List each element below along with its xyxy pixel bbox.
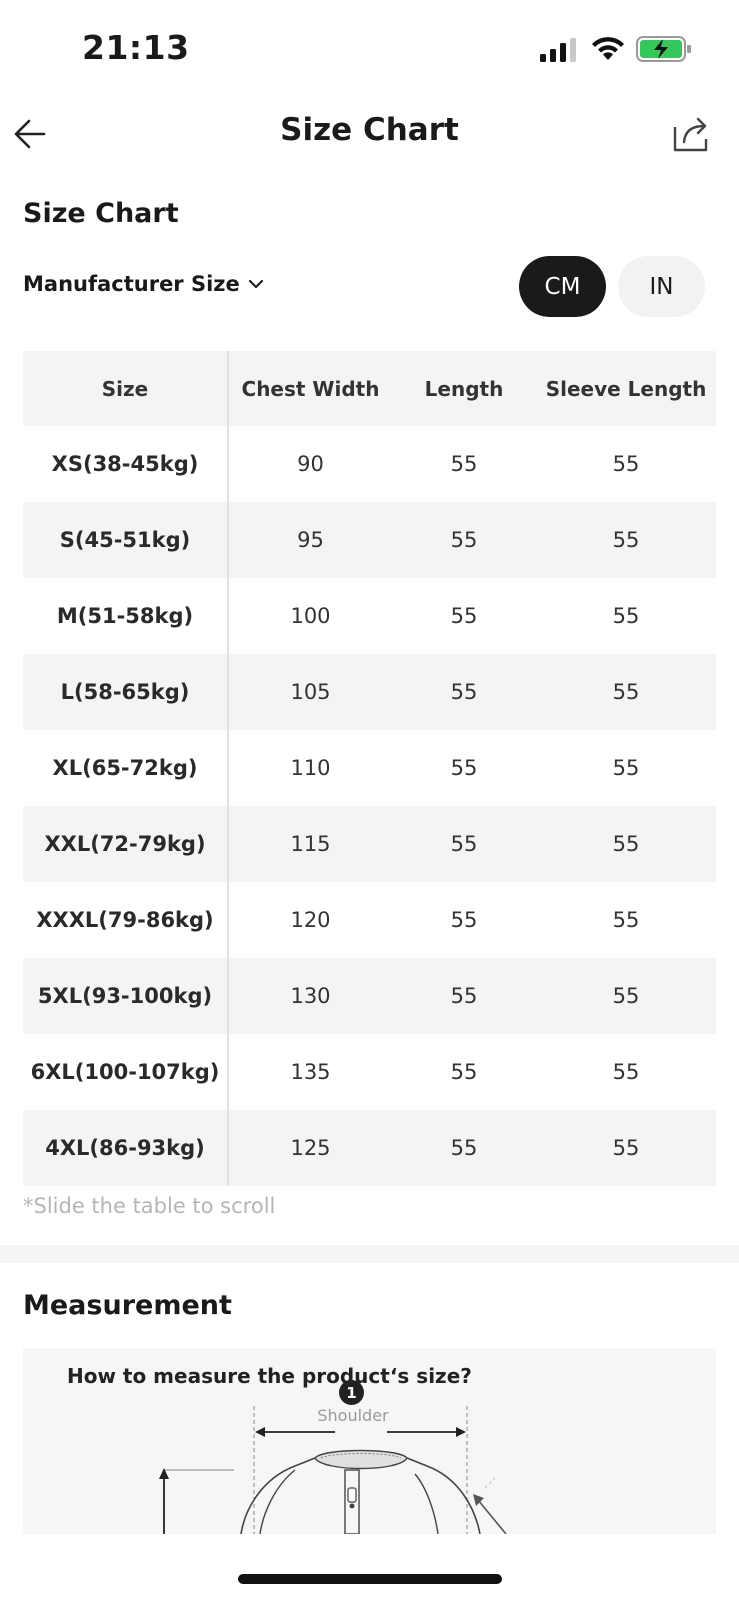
- table-row: XXXL(79-86kg) 120 55 55: [23, 882, 716, 958]
- shoulder-label: Shoulder: [317, 1406, 389, 1425]
- sleeve-length-cell: 55: [612, 984, 640, 1008]
- sleeve-length-cell: 55: [612, 452, 640, 476]
- length-cell: 55: [450, 1060, 478, 1084]
- length-cell: 55: [450, 832, 478, 856]
- sleeve-length-cell: 55: [612, 756, 640, 780]
- status-time: 21:13: [82, 28, 190, 67]
- size-cell: 6XL(100-107kg): [23, 1034, 229, 1110]
- size-cell: S(45-51kg): [23, 502, 229, 578]
- sleeve-length-cell: 55: [612, 604, 640, 628]
- sleeve-length-cell: 55: [612, 908, 640, 932]
- garment-measurement-illustration: [159, 1406, 507, 1534]
- unit-in-button[interactable]: IN: [618, 256, 705, 317]
- chest-width-cell: 115: [290, 832, 331, 856]
- table-row: XS(38-45kg) 90 55 55: [23, 426, 716, 502]
- table-row: 6XL(100-107kg) 135 55 55: [23, 1034, 716, 1110]
- measurement-guide-card: How to measure the product‘s size? 1 Sho…: [23, 1348, 716, 1534]
- table-row: S(45-51kg) 95 55 55: [23, 502, 716, 578]
- header-size: Size: [23, 351, 229, 426]
- page-title: Size Chart: [280, 112, 459, 148]
- size-cell: 5XL(93-100kg): [23, 958, 229, 1034]
- manufacturer-size-dropdown[interactable]: Manufacturer Size: [23, 272, 264, 296]
- table-row: XL(65-72kg) 110 55 55: [23, 730, 716, 806]
- chest-width-cell: 120: [290, 908, 331, 932]
- table-row: M(51-58kg) 100 55 55: [23, 578, 716, 654]
- header-sleeve-length: Sleeve Length: [545, 376, 707, 401]
- length-cell: 55: [450, 908, 478, 932]
- cellular-signal-icon: [540, 38, 576, 62]
- sleeve-length-cell: 55: [612, 1136, 640, 1160]
- nav-bar: Size Chart: [0, 100, 739, 166]
- table-row: L(58-65kg) 105 55 55: [23, 654, 716, 730]
- length-cell: 55: [450, 604, 478, 628]
- unit-cm-button[interactable]: CM: [519, 256, 606, 317]
- size-cell: L(58-65kg): [23, 654, 229, 730]
- table-row: XXL(72-79kg) 115 55 55: [23, 806, 716, 882]
- header-length: Length: [424, 376, 504, 401]
- share-icon: [673, 117, 708, 152]
- sleeve-length-cell: 55: [612, 832, 640, 856]
- wifi-icon: [592, 37, 624, 60]
- length-cell: 55: [450, 528, 478, 552]
- chest-width-cell: 125: [290, 1136, 331, 1160]
- sleeve-length-cell: 55: [612, 680, 640, 704]
- size-cell: XL(65-72kg): [23, 730, 229, 806]
- size-cell: XXL(72-79kg): [23, 806, 229, 882]
- table-row: 4XL(86-93kg) 125 55 55: [23, 1110, 716, 1186]
- chest-width-cell: 135: [290, 1060, 331, 1084]
- table-header-row: Size Chest Width Length Sleeve Length: [23, 351, 716, 426]
- section-divider: [0, 1245, 739, 1263]
- length-cell: 55: [450, 756, 478, 780]
- size-chart-screen: 21:13 Size Chart Size Chart Manufacturer…: [0, 0, 739, 1600]
- sleeve-length-cell: 55: [612, 528, 640, 552]
- length-cell: 55: [450, 680, 478, 704]
- measurement-heading: Measurement: [23, 1290, 232, 1321]
- chest-width-cell: 105: [290, 680, 331, 704]
- table-row: 5XL(93-100kg) 130 55 55: [23, 958, 716, 1034]
- length-cell: 55: [450, 984, 478, 1008]
- size-table[interactable]: Size Chest Width Length Sleeve Length XS…: [23, 351, 716, 1186]
- battery-charging-icon: [636, 36, 691, 62]
- length-cell: 55: [450, 452, 478, 476]
- header-chest-width: Chest Width: [241, 376, 380, 401]
- sleeve-length-cell: 55: [612, 1060, 640, 1084]
- manufacturer-size-label: Manufacturer Size: [23, 272, 240, 296]
- chest-width-cell: 130: [290, 984, 331, 1008]
- size-chart-heading: Size Chart: [23, 198, 179, 229]
- chest-width-cell: 100: [290, 604, 331, 628]
- length-cell: 55: [450, 1136, 478, 1160]
- share-button[interactable]: [669, 112, 713, 156]
- home-indicator[interactable]: [238, 1574, 502, 1584]
- chevron-down-icon: [248, 279, 263, 289]
- chest-width-cell: 90: [297, 452, 324, 476]
- size-cell: XS(38-45kg): [23, 426, 229, 502]
- scroll-hint: *Slide the table to scroll: [23, 1194, 276, 1218]
- size-cell: 4XL(86-93kg): [23, 1110, 229, 1186]
- shoulder-marker-number: 1: [339, 1380, 364, 1405]
- size-cell: XXXL(79-86kg): [23, 882, 229, 958]
- chest-width-cell: 110: [290, 756, 331, 780]
- chest-width-cell: 95: [297, 528, 324, 552]
- status-bar: 21:13: [0, 0, 739, 100]
- size-cell: M(51-58kg): [23, 578, 229, 654]
